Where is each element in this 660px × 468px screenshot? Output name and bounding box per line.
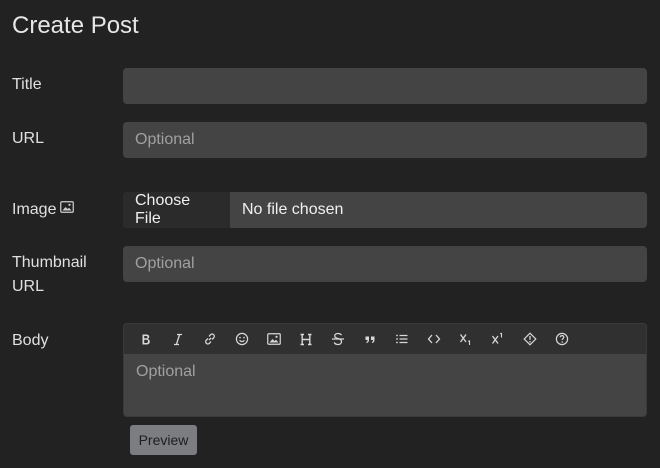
thumbnail-label-line2: URL [12, 278, 45, 295]
title-label: Title [12, 76, 42, 93]
code-icon[interactable] [418, 324, 450, 354]
file-status-text: No file chosen [242, 201, 344, 218]
preview-button[interactable]: Preview [130, 425, 197, 455]
italic-icon[interactable] [162, 324, 194, 354]
url-input[interactable] [123, 122, 647, 158]
title-input[interactable] [123, 68, 647, 104]
spoiler-icon[interactable] [514, 324, 546, 354]
heading-icon[interactable] [290, 324, 322, 354]
bold-icon[interactable] [130, 324, 162, 354]
image-icon[interactable] [258, 324, 290, 354]
link-icon[interactable] [194, 324, 226, 354]
thumbnail-label-line1: Thumbnail [12, 254, 87, 271]
image-file-input[interactable]: Choose File No file chosen [123, 192, 647, 228]
strikethrough-icon[interactable] [322, 324, 354, 354]
superscript-icon[interactable] [482, 324, 514, 354]
markdown-toolbar [124, 324, 646, 354]
page-title: Create Post [12, 12, 139, 39]
emoji-icon[interactable] [226, 324, 258, 354]
url-label: URL [12, 130, 45, 147]
thumbnail-url-input[interactable] [123, 246, 647, 282]
choose-file-button[interactable]: Choose File [123, 192, 230, 228]
image-icon [60, 197, 75, 221]
image-label-text: Image [12, 201, 57, 218]
help-icon[interactable] [546, 324, 578, 354]
image-label: Image [12, 197, 75, 222]
body-textarea[interactable] [124, 354, 646, 416]
body-label: Body [12, 332, 49, 349]
list-icon[interactable] [386, 324, 418, 354]
subscript-icon[interactable] [450, 324, 482, 354]
body-editor [123, 323, 647, 417]
quote-icon[interactable] [354, 324, 386, 354]
